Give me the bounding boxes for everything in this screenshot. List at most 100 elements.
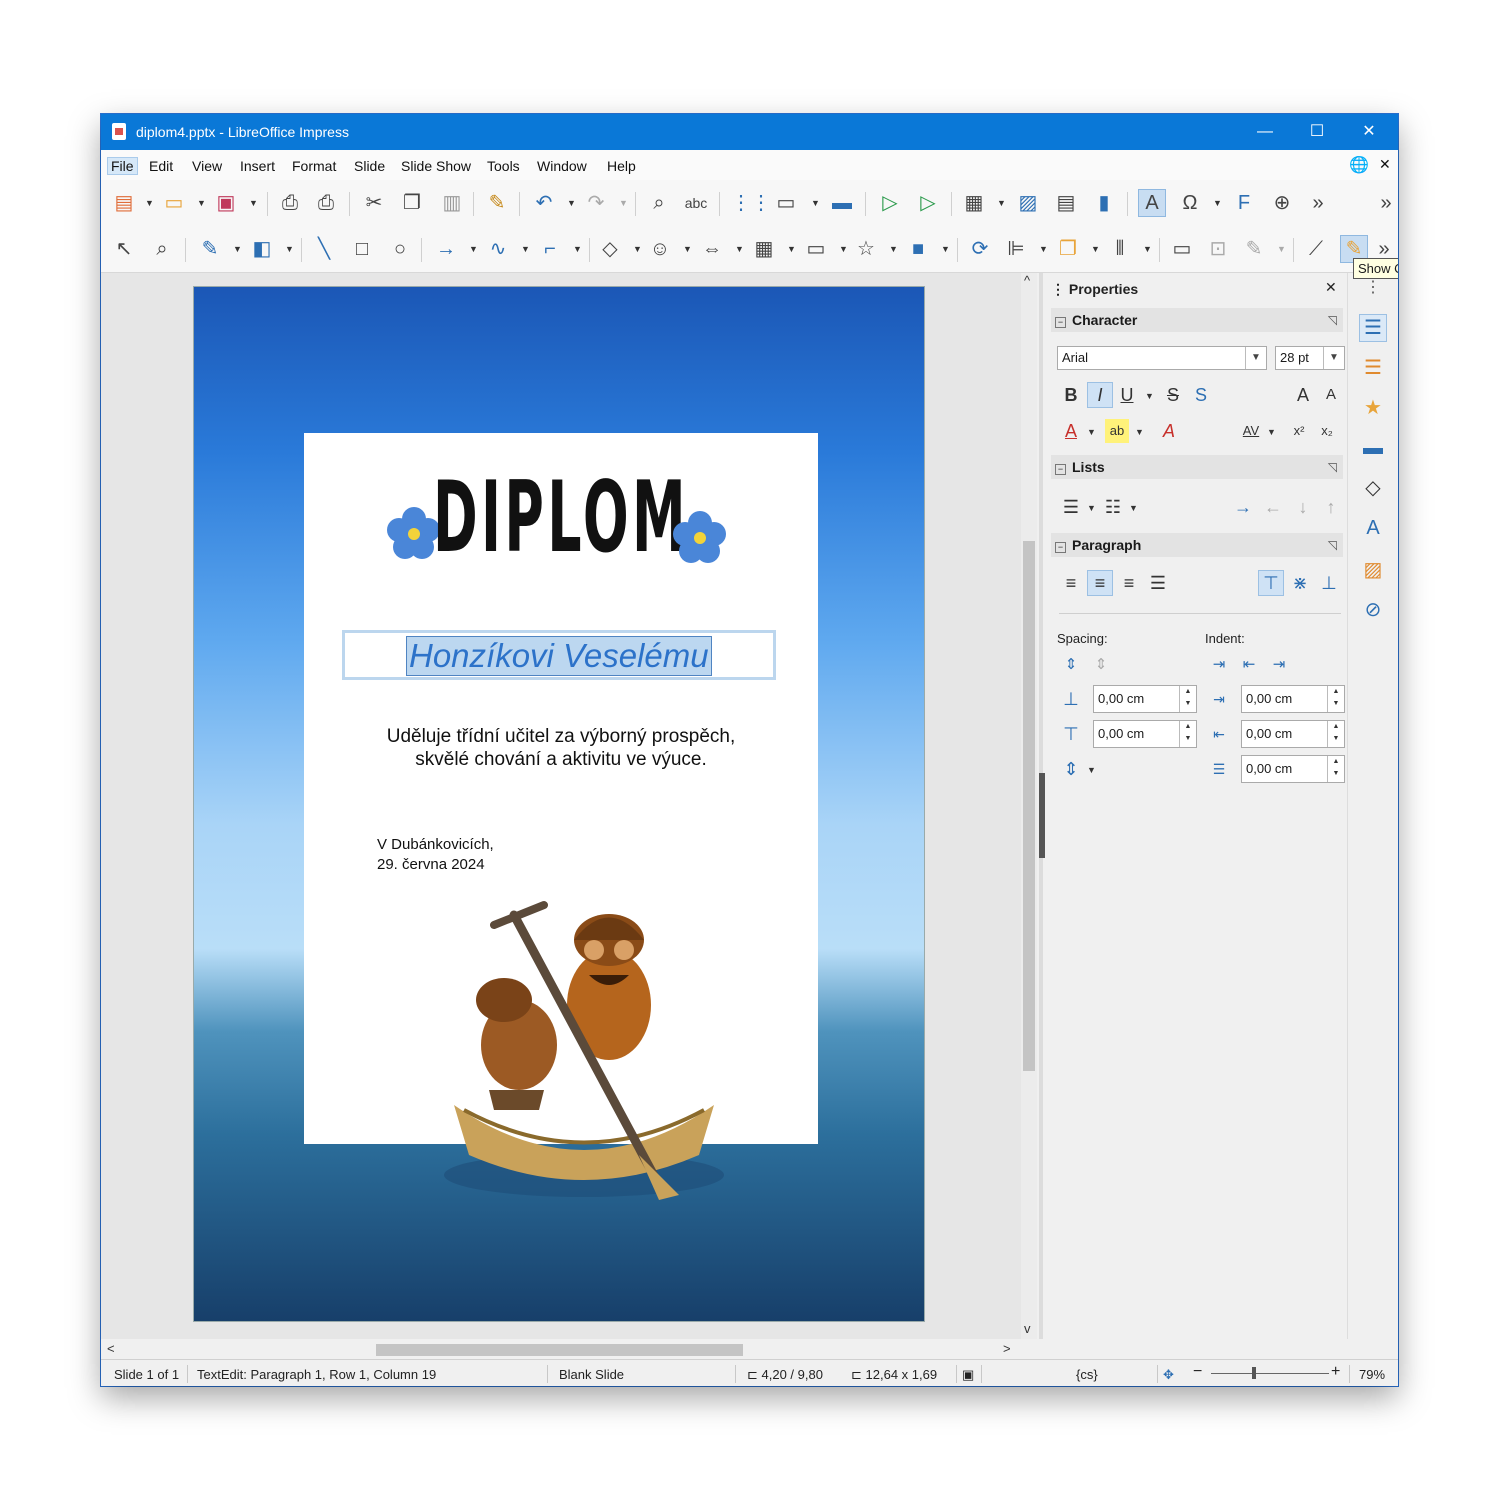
ellipse-icon[interactable]: ○: [387, 236, 413, 262]
find-replace-icon[interactable]: ⌕: [646, 190, 672, 216]
vertical-scrollbar[interactable]: ^ v: [1021, 273, 1037, 1339]
paste-icon[interactable]: ▥: [439, 190, 465, 216]
shrink-font-button[interactable]: A: [1319, 383, 1343, 407]
curve-icon[interactable]: ∿: [485, 236, 511, 262]
toolbar-overflow-icon[interactable]: »: [1373, 190, 1398, 216]
line-arrow-icon[interactable]: →: [433, 236, 459, 262]
block-arrows-icon[interactable]: ⇔: [699, 236, 725, 262]
subscript-button[interactable]: x₂: [1315, 419, 1339, 443]
slide-canvas[interactable]: DIPLOM Honzíkovi Veselému Uděluje třídní…: [194, 287, 924, 1321]
grid-icon[interactable]: ⋮⋮: [731, 190, 771, 216]
acorn-figures-boat-image[interactable]: [434, 855, 734, 1215]
new-document-icon[interactable]: ▤: [111, 190, 137, 216]
document-modified-icon[interactable]: ▣: [962, 1367, 974, 1383]
menu-format[interactable]: Format: [292, 158, 336, 174]
clear-formatting-button[interactable]: A: [1157, 419, 1181, 443]
shadow-button[interactable]: S: [1189, 383, 1213, 407]
callout-icon[interactable]: ▭: [803, 236, 829, 262]
scroll-left-arrow-icon[interactable]: <: [107, 1341, 115, 1356]
spelling-icon[interactable]: abc: [683, 190, 709, 216]
fontwork-icon[interactable]: F: [1231, 190, 1257, 216]
symbol-shapes-icon[interactable]: ☺: [647, 236, 673, 262]
award-text[interactable]: Uděluje třídní učitel za výborný prospěc…: [304, 725, 818, 771]
animation-tab-icon[interactable]: ★: [1360, 395, 1386, 421]
basic-shapes-icon[interactable]: ◇: [597, 236, 623, 262]
strikethrough-button[interactable]: S: [1161, 383, 1185, 407]
fill-color-icon[interactable]: ◧: [249, 236, 275, 262]
slide-counter[interactable]: Slide 1 of 1: [114, 1367, 179, 1382]
close-document-button[interactable]: ✕: [1379, 156, 1391, 173]
unordered-list-button[interactable]: ☰: [1059, 495, 1083, 519]
more-tools-icon[interactable]: »: [1305, 190, 1331, 216]
clone-formatting-icon[interactable]: ✎: [484, 190, 510, 216]
undo-icon[interactable]: ↶: [531, 190, 557, 216]
promote-icon[interactable]: ←: [1261, 495, 1285, 519]
decrease-indent-icon[interactable]: ⇤: [1237, 653, 1261, 677]
hyperlink-icon[interactable]: ⊕: [1269, 190, 1295, 216]
filter-icon[interactable]: ✎: [1241, 236, 1267, 262]
crop-icon[interactable]: ⊡: [1205, 236, 1231, 262]
below-paragraph-spacing[interactable]: 0,00 cm ▲ ▼: [1093, 720, 1197, 748]
slide-transition-tab-icon[interactable]: ☰: [1360, 355, 1386, 381]
menu-view[interactable]: View: [192, 158, 222, 174]
move-up-icon[interactable]: ↑: [1319, 495, 1343, 519]
star-icon[interactable]: ☆: [853, 236, 879, 262]
master-slide-icon[interactable]: ▬: [829, 190, 855, 216]
save-icon[interactable]: ▣: [213, 190, 239, 216]
menu-insert[interactable]: Insert: [240, 158, 275, 174]
recipient-text-box[interactable]: Honzíkovi Veselému: [342, 630, 776, 680]
cut-icon[interactable]: ✂: [361, 190, 387, 216]
minimize-button[interactable]: —: [1239, 114, 1291, 150]
export-pdf-icon[interactable]: ⎙: [277, 190, 303, 216]
demote-icon[interactable]: →: [1231, 495, 1255, 519]
table-icon[interactable]: ▦: [961, 190, 987, 216]
lists-section-header[interactable]: − Lists ◹: [1051, 455, 1343, 479]
navigator-tab-icon[interactable]: ⊘: [1360, 597, 1386, 623]
first-line-indent[interactable]: 0,00 cm ▲ ▼: [1241, 755, 1345, 783]
menu-slide-show[interactable]: Slide Show: [401, 158, 471, 174]
superscript-button[interactable]: x²: [1287, 419, 1311, 443]
text-box-icon[interactable]: A: [1138, 189, 1166, 217]
zoom-in-button[interactable]: +: [1331, 1363, 1340, 1381]
copy-icon[interactable]: ❐: [399, 190, 425, 216]
font-color-button[interactable]: A: [1059, 419, 1083, 443]
horizontal-scrollbar[interactable]: < >: [101, 1339, 1021, 1359]
master-slides-tab-icon[interactable]: ▬: [1360, 435, 1386, 461]
globe-icon[interactable]: 🌐: [1349, 155, 1369, 175]
align-center-button[interactable]: ≡: [1087, 570, 1113, 596]
more-options-icon[interactable]: ◹: [1328, 308, 1337, 332]
highlight-color-button[interactable]: ab: [1105, 419, 1129, 443]
align-middle-button[interactable]: ⋇: [1288, 571, 1312, 595]
bold-button[interactable]: B: [1059, 383, 1083, 407]
increase-spacing-icon[interactable]: ⇕: [1059, 653, 1083, 677]
close-button[interactable]: ✕: [1343, 114, 1395, 150]
character-spacing-button[interactable]: AV: [1239, 419, 1263, 443]
ordered-list-button[interactable]: ☷: [1101, 495, 1125, 519]
paragraph-more-options-icon[interactable]: ◹: [1328, 533, 1337, 557]
sidebar-splitter[interactable]: [1039, 273, 1045, 1339]
layout-name[interactable]: Blank Slide: [559, 1367, 624, 1382]
shapes-tab-icon[interactable]: ◇: [1360, 475, 1386, 501]
increase-indent-icon[interactable]: ⇥: [1207, 653, 1231, 677]
after-text-indent[interactable]: 0,00 cm ▲ ▼: [1241, 720, 1345, 748]
shadow-icon[interactable]: ▭: [1169, 236, 1195, 262]
vertical-scroll-thumb[interactable]: [1023, 541, 1035, 1071]
align-top-button[interactable]: ⊤: [1258, 570, 1284, 596]
scroll-up-arrow-icon[interactable]: ^: [1024, 273, 1030, 288]
redo-icon[interactable]: ↷: [583, 190, 609, 216]
move-down-icon[interactable]: ↓: [1291, 495, 1315, 519]
language-status[interactable]: {cs}: [1076, 1367, 1098, 1382]
align-objects-icon[interactable]: ⊫: [1003, 236, 1029, 262]
flowchart-icon[interactable]: ▦: [751, 236, 777, 262]
justify-button[interactable]: ☰: [1146, 571, 1170, 595]
close-sidebar-icon[interactable]: ✕: [1325, 279, 1337, 296]
diploma-title[interactable]: DIPLOM: [420, 461, 703, 575]
zoom-slider[interactable]: [1211, 1373, 1329, 1374]
line-color-icon[interactable]: ✎: [197, 236, 223, 262]
print-icon[interactable]: ⎙: [313, 190, 339, 216]
menu-edit[interactable]: Edit: [149, 158, 173, 174]
scroll-right-arrow-icon[interactable]: >: [1003, 1341, 1011, 1356]
chart-icon[interactable]: ▮: [1091, 190, 1117, 216]
media-icon[interactable]: ▤: [1053, 190, 1079, 216]
align-left-button[interactable]: ≡: [1059, 571, 1083, 595]
